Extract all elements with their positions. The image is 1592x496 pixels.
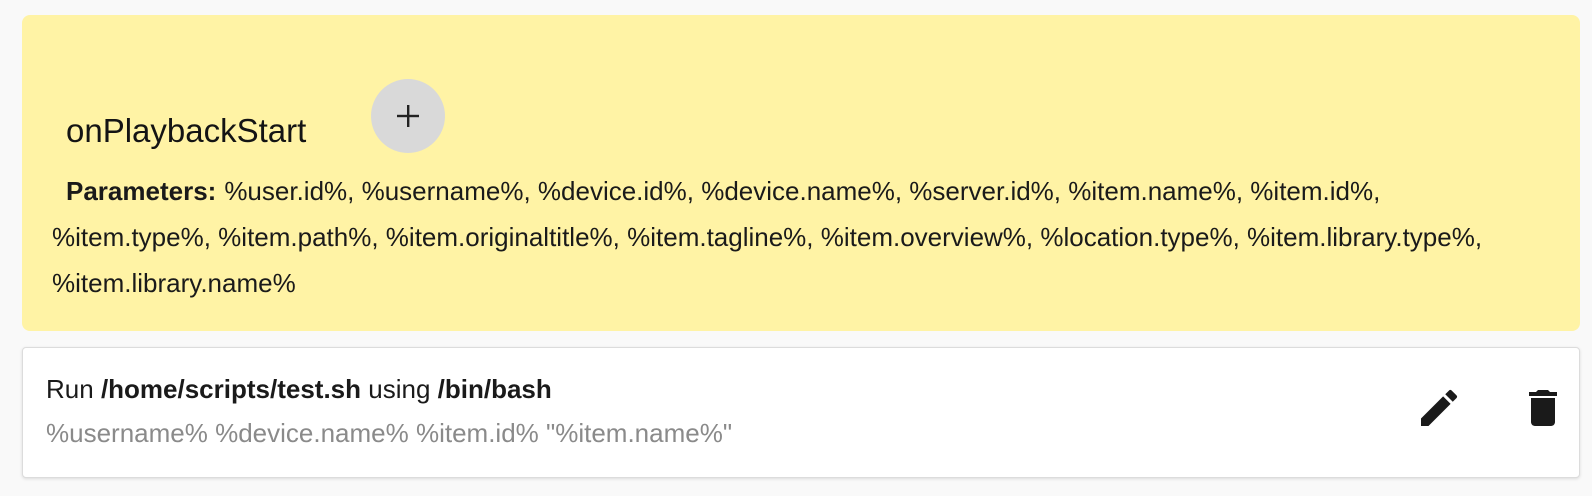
parameters-list: %user.id%, %username%, %device.id%, %dev… <box>52 176 1483 298</box>
plus-icon <box>397 105 419 127</box>
pencil-icon <box>1421 389 1458 426</box>
run-label: Run <box>46 374 94 404</box>
delete-button[interactable] <box>1519 384 1567 432</box>
interpreter-path: /bin/bash <box>437 374 552 404</box>
trash-icon <box>1529 390 1557 426</box>
script-path: /home/scripts/test.sh <box>100 374 362 404</box>
add-action-button[interactable] <box>371 79 445 153</box>
event-card: onPlaybackStart Parameters: %user.id%, %u… <box>22 15 1580 331</box>
action-arguments: %username% %device.name% %item.id% "%ite… <box>46 418 733 448</box>
event-title: onPlaybackStart <box>66 112 307 149</box>
using-label: using <box>368 374 431 404</box>
parameters-text: Parameters: %user.id%, %username%, %devic… <box>52 168 1532 306</box>
action-card: Run /home/scripts/test.sh using /bin/bas… <box>22 347 1580 478</box>
parameters-label: Parameters: <box>66 176 217 206</box>
edit-button[interactable] <box>1415 384 1463 432</box>
action-command: Run /home/scripts/test.sh using /bin/bas… <box>46 372 552 406</box>
